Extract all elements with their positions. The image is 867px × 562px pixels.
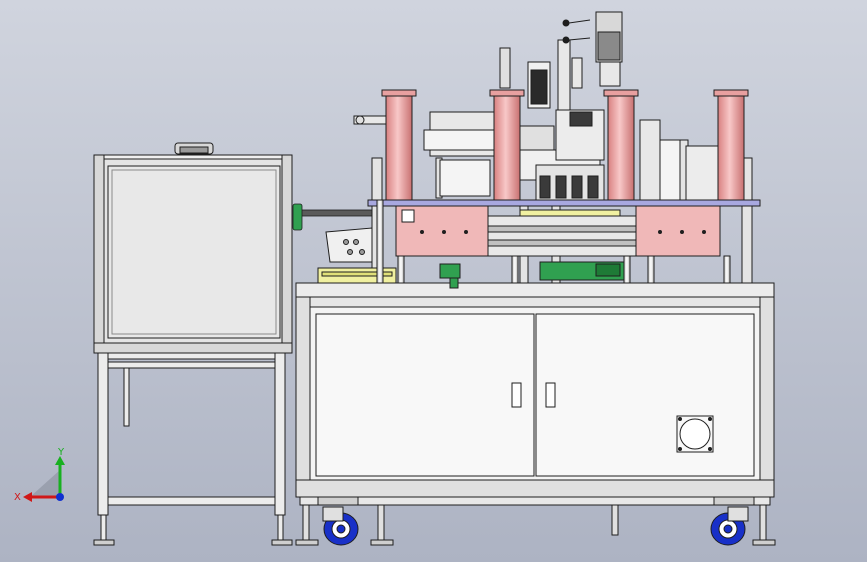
machine-drawing: Y X xyxy=(14,11,776,546)
cad-viewport[interactable]: Y X xyxy=(0,0,867,562)
linear-rails xyxy=(487,209,637,257)
cabinet-door-handle-icon xyxy=(511,382,522,408)
cabinet-door-right[interactable] xyxy=(535,313,755,477)
purple-plate xyxy=(367,199,761,207)
main-cabinet xyxy=(295,282,775,506)
x-axis-label: X xyxy=(14,492,21,503)
coordinate-axes-icon: Y X xyxy=(14,447,65,503)
caster-wheel-icon xyxy=(710,506,749,546)
y-axis-label: Y xyxy=(57,447,65,458)
cabinet-door-left[interactable] xyxy=(315,313,535,477)
feeder-block xyxy=(325,227,373,263)
ventilation-fan-icon xyxy=(676,415,714,453)
left-feeder-cabinet xyxy=(93,142,293,354)
central-mechanism xyxy=(423,109,741,201)
green-connector xyxy=(292,203,381,231)
left-stand xyxy=(93,352,293,546)
cabinet-door-handle-icon xyxy=(545,382,556,408)
cabinet-window xyxy=(107,165,281,339)
caster-wheel-icon xyxy=(322,506,359,546)
yellow-tray xyxy=(317,267,397,284)
